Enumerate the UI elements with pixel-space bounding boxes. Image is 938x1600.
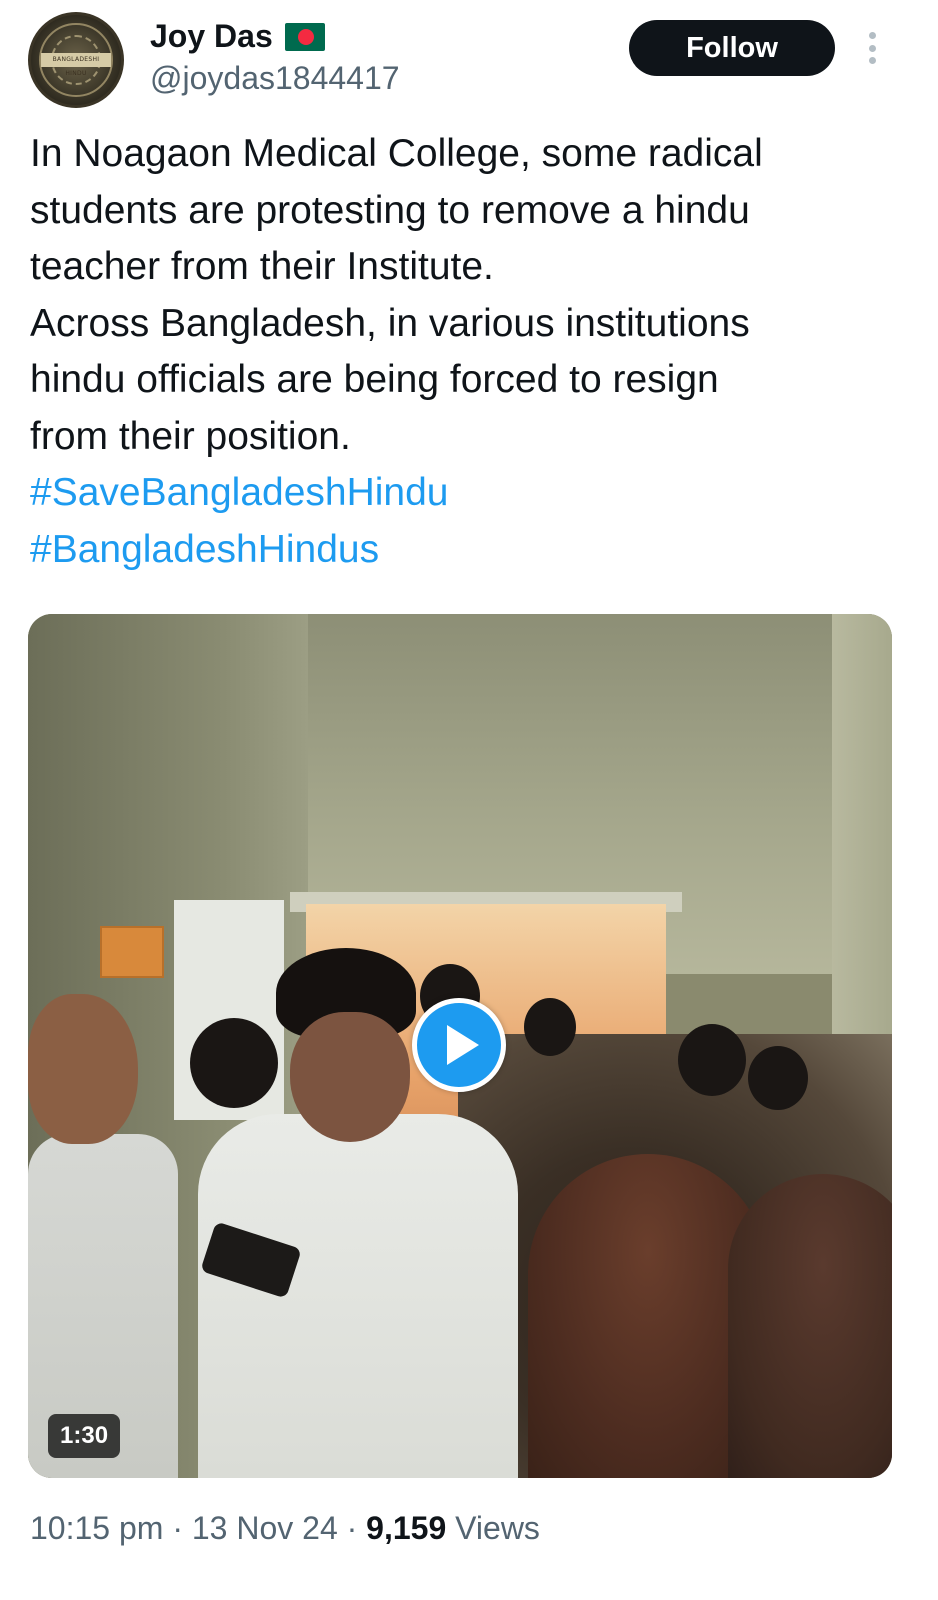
video-frame-head (190, 1018, 278, 1108)
avatar[interactable]: BANGLADESHI HINDU (28, 12, 124, 108)
tweet-line: In Noagaon Medical College, some radical (30, 132, 763, 175)
video-duration-badge: 1:30 (48, 1414, 121, 1458)
video-frame-face-center (290, 1012, 410, 1142)
more-dot (868, 32, 876, 39)
tweet-date[interactable]: 13 Nov 24 (192, 1510, 338, 1546)
tweet-line: from their position. (30, 414, 351, 458)
video-frame-face-left (28, 994, 138, 1144)
follow-button[interactable]: Follow (629, 20, 835, 76)
meta-separator: · (337, 1510, 367, 1546)
video-frame-head (524, 998, 576, 1056)
more-dot (868, 57, 876, 64)
more-vertical-icon[interactable] (860, 28, 884, 68)
tweet-line: Across Bangladesh, in various institutio… (30, 301, 750, 345)
tweet-time[interactable]: 10:15 pm (30, 1510, 163, 1546)
video-frame-sign (100, 926, 164, 978)
tweet-line: students are protesting to remove a hind… (30, 188, 750, 232)
tweet-meta: 10:15 pm · 13 Nov 24 · 9,159 Views (30, 1510, 540, 1547)
views-count[interactable]: 9,159 (366, 1510, 446, 1546)
author-name[interactable]: Joy Das (150, 18, 273, 55)
meta-separator: · (163, 1510, 192, 1546)
hashtag-link[interactable]: #BangladeshHindus (30, 522, 890, 579)
bangladesh-flag-icon (284, 22, 325, 51)
avatar-label: BANGLADESHI HINDU (41, 53, 111, 77)
views-label[interactable]: Views (446, 1510, 540, 1546)
video-frame-person-center (198, 1114, 518, 1478)
tweet-card: BANGLADESHI HINDU Joy Das @joydas1844417… (0, 0, 938, 1600)
video-frame-head (748, 1046, 808, 1110)
tweet-text: In Noagaon Medical College, some radical… (30, 126, 890, 578)
play-icon[interactable] (412, 998, 506, 1092)
video-player[interactable]: 1:30 (28, 614, 892, 1478)
more-dot (868, 44, 876, 52)
tweet-line: teacher from their Institute. (30, 245, 494, 288)
author-handle[interactable]: @joydas1844417 (150, 60, 400, 97)
video-frame-head (678, 1024, 746, 1096)
tweet-line: hindu officials are being forced to resi… (30, 358, 719, 401)
hashtag-link[interactable]: #SaveBangladeshHindu (30, 465, 890, 522)
play-triangle (447, 1025, 479, 1065)
video-frame-person-foreground-right (728, 1174, 892, 1478)
author-name-row[interactable]: Joy Das (150, 18, 325, 55)
